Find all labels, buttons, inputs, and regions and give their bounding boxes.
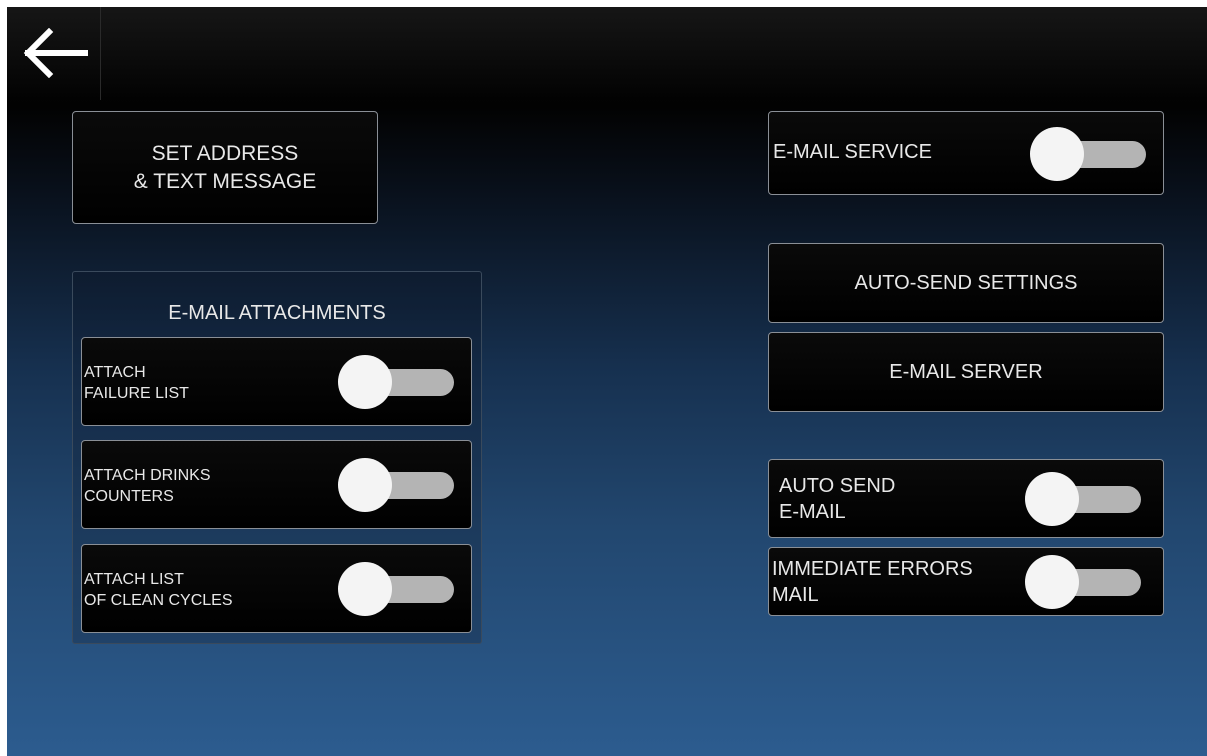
attach-clean-cycles-line1: ATTACH LIST <box>84 571 184 588</box>
email-server-label: E-MAIL SERVER <box>889 361 1043 383</box>
toggle-knob <box>1030 127 1084 181</box>
attach-clean-cycles-toggle[interactable] <box>338 562 458 616</box>
toggle-knob <box>1025 472 1079 526</box>
email-service-label: E-MAIL SERVICE <box>773 141 932 164</box>
toggle-knob <box>338 458 392 512</box>
email-service-row[interactable]: E-MAIL SERVICE <box>768 111 1164 195</box>
attach-drinks-counters-line2: COUNTERS <box>84 488 174 505</box>
set-address-label-line1: SET ADDRESS <box>151 141 299 165</box>
header-bar <box>7 7 1207 100</box>
attach-clean-cycles-row[interactable]: ATTACH LIST OF CLEAN CYCLES <box>81 544 472 633</box>
auto-send-settings-button[interactable]: AUTO-SEND SETTINGS <box>768 243 1164 323</box>
email-service-toggle[interactable] <box>1030 127 1150 181</box>
email-service-label-text: E-MAIL SERVICE <box>773 141 932 163</box>
attach-clean-cycles-label: ATTACH LIST OF CLEAN CYCLES <box>84 569 232 611</box>
attach-drinks-counters-line1: ATTACH DRINKS <box>84 467 211 484</box>
attachments-panel: E-MAIL ATTACHMENTS ATTACH FAILURE LIST A… <box>72 271 482 644</box>
attach-failure-list-toggle[interactable] <box>338 355 458 409</box>
toggle-knob <box>338 562 392 616</box>
arrow-left-icon <box>23 28 88 78</box>
immediate-errors-mail-row[interactable]: IMMEDIATE ERRORS MAIL <box>768 547 1164 616</box>
auto-send-email-label: AUTO SEND E-MAIL <box>779 473 895 525</box>
auto-send-email-toggle[interactable] <box>1025 472 1145 526</box>
set-address-button-label: SET ADDRESS & TEXT MESSAGE <box>134 140 316 196</box>
attach-drinks-counters-toggle[interactable] <box>338 458 458 512</box>
attachments-title: E-MAIL ATTACHMENTS <box>168 302 386 324</box>
attach-failure-list-label: ATTACH FAILURE LIST <box>84 362 189 404</box>
toggle-knob <box>1025 555 1079 609</box>
set-address-label-line2: & TEXT MESSAGE <box>133 169 317 193</box>
attach-drinks-counters-row[interactable]: ATTACH DRINKS COUNTERS <box>81 440 472 529</box>
auto-send-email-row[interactable]: AUTO SEND E-MAIL <box>768 459 1164 538</box>
attach-clean-cycles-line2: OF CLEAN CYCLES <box>84 592 233 609</box>
immediate-errors-mail-toggle[interactable] <box>1025 555 1145 609</box>
back-button[interactable] <box>7 7 101 100</box>
auto-send-email-line2: E-MAIL <box>779 501 846 523</box>
immediate-errors-mail-line1: IMMEDIATE ERRORS <box>772 558 973 580</box>
auto-send-email-line1: AUTO SEND <box>779 475 896 497</box>
immediate-errors-mail-line2: MAIL <box>772 584 819 606</box>
set-address-button[interactable]: SET ADDRESS & TEXT MESSAGE <box>72 111 378 224</box>
email-server-button[interactable]: E-MAIL SERVER <box>768 332 1164 412</box>
attach-drinks-counters-label: ATTACH DRINKS COUNTERS <box>84 465 211 507</box>
screen: SET ADDRESS & TEXT MESSAGE E-MAIL ATTACH… <box>7 7 1207 756</box>
immediate-errors-mail-label: IMMEDIATE ERRORS MAIL <box>772 556 973 608</box>
attach-failure-list-line1: ATTACH <box>84 364 146 381</box>
toggle-knob <box>338 355 392 409</box>
attach-failure-list-row[interactable]: ATTACH FAILURE LIST <box>81 337 472 426</box>
auto-send-settings-label: AUTO-SEND SETTINGS <box>854 272 1078 294</box>
attach-failure-list-line2: FAILURE LIST <box>84 385 189 402</box>
